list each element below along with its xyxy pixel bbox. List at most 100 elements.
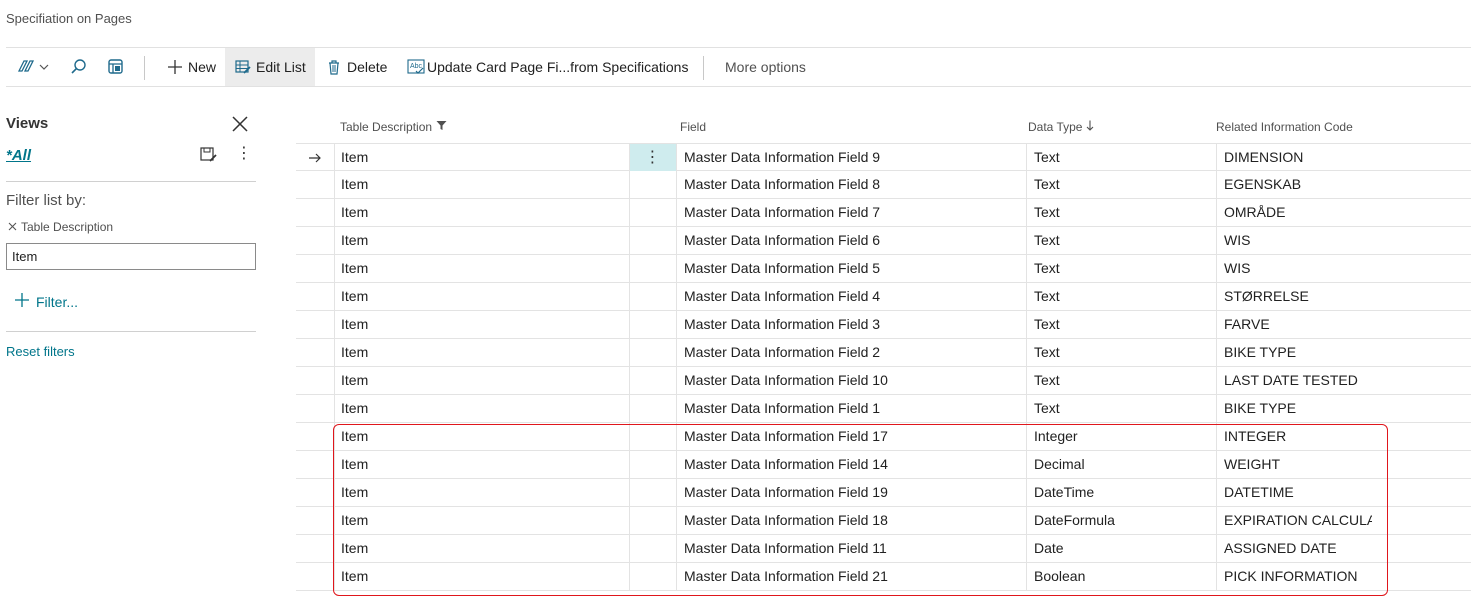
related-information-code-cell[interactable]: EXPIRATION CALCULATI — [1224, 507, 1372, 534]
row-actions-menu[interactable] — [629, 535, 676, 562]
field-cell[interactable]: Master Data Information Field 19 — [684, 479, 1024, 506]
data-type-cell[interactable]: DateFormula — [1034, 507, 1214, 534]
remove-filter-icon[interactable] — [8, 220, 17, 234]
row-actions-menu[interactable] — [629, 283, 676, 310]
data-type-cell[interactable]: Text — [1034, 367, 1214, 394]
search-button[interactable] — [70, 48, 88, 86]
field-cell[interactable]: Master Data Information Field 5 — [684, 255, 1024, 282]
data-type-cell[interactable]: Text — [1034, 199, 1214, 226]
table-description-cell[interactable]: Item — [341, 535, 621, 562]
data-type-cell[interactable]: Text — [1034, 255, 1214, 282]
edit-list-button[interactable]: Edit List — [225, 48, 315, 86]
field-cell[interactable]: Master Data Information Field 18 — [684, 507, 1024, 534]
related-information-code-cell[interactable]: DIMENSION — [1224, 144, 1372, 171]
table-description-cell[interactable]: Item — [341, 367, 621, 394]
row-actions-menu[interactable] — [629, 423, 676, 450]
row-selector[interactable] — [296, 311, 334, 338]
table-description-cell[interactable]: Item — [341, 283, 621, 310]
table-description-cell[interactable]: Item — [341, 227, 621, 254]
table-description-cell[interactable]: Item — [341, 423, 621, 450]
row-actions-menu[interactable] — [629, 199, 676, 226]
row-actions-menu[interactable] — [629, 563, 676, 590]
table-row[interactable]: Item ⋮ Master Data Information Field 9 Text… — [296, 143, 1471, 171]
update-card-page-button[interactable]: Abc Update Card Page Fi...from Specifica… — [407, 48, 688, 86]
table-description-cell[interactable]: Item — [341, 311, 621, 338]
row-selector[interactable] — [296, 227, 334, 254]
field-cell[interactable]: Master Data Information Field 9 — [684, 144, 1024, 171]
row-selector[interactable] — [296, 535, 334, 562]
table-row[interactable]: Item Master Data Information Field 5 Text W… — [296, 255, 1471, 283]
field-cell[interactable]: Master Data Information Field 7 — [684, 199, 1024, 226]
delete-button[interactable]: Delete — [326, 48, 387, 86]
field-cell[interactable]: Master Data Information Field 1 — [684, 395, 1024, 422]
related-information-code-cell[interactable]: EGENSKAB — [1224, 171, 1372, 198]
table-description-filter-input[interactable] — [6, 243, 256, 270]
more-options-button[interactable]: More options — [725, 48, 806, 86]
table-description-cell[interactable]: Item — [341, 451, 621, 478]
field-cell[interactable]: Master Data Information Field 8 — [684, 171, 1024, 198]
field-cell[interactable]: Master Data Information Field 3 — [684, 311, 1024, 338]
row-actions-menu[interactable]: ⋮ — [629, 144, 676, 171]
data-type-cell[interactable]: Text — [1034, 283, 1214, 310]
row-actions-menu[interactable] — [629, 339, 676, 366]
table-row[interactable]: Item Master Data Information Field 6 Text W… — [296, 227, 1471, 255]
field-cell[interactable]: Master Data Information Field 10 — [684, 367, 1024, 394]
view-all-link[interactable]: *All — [6, 147, 31, 164]
row-selector[interactable] — [296, 367, 334, 394]
row-selector[interactable] — [296, 507, 334, 534]
row-selector[interactable] — [296, 171, 334, 198]
table-description-cell[interactable]: Item — [341, 339, 621, 366]
table-row[interactable]: Item Master Data Information Field 8 Text E… — [296, 171, 1471, 199]
table-description-cell[interactable]: Item — [341, 171, 621, 198]
table-row[interactable]: Item Master Data Information Field 14 Deci… — [296, 451, 1471, 479]
table-row[interactable]: Item Master Data Information Field 2 Text B… — [296, 339, 1471, 367]
table-row[interactable]: Item Master Data Information Field 11 Date… — [296, 535, 1471, 563]
related-information-code-cell[interactable]: LAST DATE TESTED — [1224, 367, 1372, 394]
data-type-cell[interactable]: Text — [1034, 339, 1214, 366]
row-selector[interactable] — [296, 339, 334, 366]
table-description-cell[interactable]: Item — [341, 144, 621, 171]
save-view-button[interactable] — [200, 147, 218, 168]
data-type-cell[interactable]: Text — [1034, 395, 1214, 422]
row-selector[interactable] — [296, 144, 334, 171]
table-row[interactable]: Item Master Data Information Field 4 Text S… — [296, 283, 1471, 311]
table-row[interactable]: Item Master Data Information Field 21 Bool… — [296, 563, 1471, 591]
row-selector[interactable] — [296, 395, 334, 422]
row-actions-menu[interactable] — [629, 311, 676, 338]
table-row[interactable]: Item Master Data Information Field 3 Text F… — [296, 311, 1471, 339]
row-selector[interactable] — [296, 563, 334, 590]
table-description-cell[interactable]: Item — [341, 199, 621, 226]
field-cell[interactable]: Master Data Information Field 4 — [684, 283, 1024, 310]
table-row[interactable]: Item Master Data Information Field 17 Inte… — [296, 423, 1471, 451]
data-type-cell[interactable]: DateTime — [1034, 479, 1214, 506]
related-information-code-cell[interactable]: INTEGER — [1224, 423, 1372, 450]
data-type-cell[interactable]: Decimal — [1034, 451, 1214, 478]
data-type-cell[interactable]: Text — [1034, 311, 1214, 338]
row-selector[interactable] — [296, 423, 334, 450]
table-description-cell[interactable]: Item — [341, 563, 621, 590]
table-row[interactable]: Item Master Data Information Field 1 Text B… — [296, 395, 1471, 423]
analysis-mode-button[interactable] — [107, 48, 125, 86]
field-cell[interactable]: Master Data Information Field 2 — [684, 339, 1024, 366]
table-description-cell[interactable]: Item — [341, 479, 621, 506]
row-actions-menu[interactable] — [629, 395, 676, 422]
related-information-code-cell[interactable]: WIS — [1224, 255, 1372, 282]
table-description-cell[interactable]: Item — [341, 395, 621, 422]
reset-filters-link[interactable]: Reset filters — [6, 344, 75, 359]
related-information-code-cell[interactable]: BIKE TYPE — [1224, 395, 1372, 422]
data-type-cell[interactable]: Text — [1034, 171, 1214, 198]
data-type-cell[interactable]: Text — [1034, 227, 1214, 254]
dynamics-menu-button[interactable] — [16, 48, 49, 86]
column-header-related-information-code[interactable]: Related Information Code — [1216, 120, 1353, 134]
field-cell[interactable]: Master Data Information Field 17 — [684, 423, 1024, 450]
table-row[interactable]: Item Master Data Information Field 18 Date… — [296, 507, 1471, 535]
row-actions-menu[interactable] — [629, 507, 676, 534]
row-actions-menu[interactable] — [629, 451, 676, 478]
column-header-data-type[interactable]: Data Type — [1028, 120, 1094, 134]
column-header-field[interactable]: Field — [680, 120, 706, 134]
row-actions-menu[interactable] — [629, 171, 676, 198]
related-information-code-cell[interactable]: PICK INFORMATION — [1224, 563, 1372, 590]
table-description-cell[interactable]: Item — [341, 507, 621, 534]
close-filter-pane-button[interactable] — [230, 114, 250, 139]
row-selector[interactable] — [296, 283, 334, 310]
